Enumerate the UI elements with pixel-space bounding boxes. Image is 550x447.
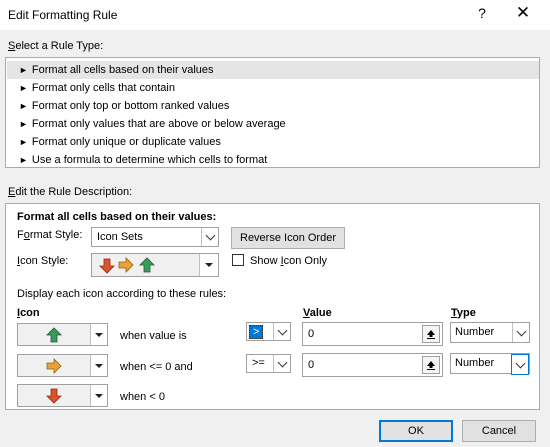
icon-select[interactable]: [17, 384, 108, 407]
icon-column-header: Icon: [17, 307, 40, 319]
operator-select[interactable]: >=: [246, 354, 291, 373]
operator-select[interactable]: >: [246, 322, 291, 341]
value-input[interactable]: 0: [302, 353, 443, 377]
dialog-title: Edit Formatting Rule: [8, 8, 118, 22]
rule-type-item[interactable]: ► Format all cells based on their values: [7, 61, 539, 79]
rule-condition-text: when <= 0 and: [120, 361, 193, 373]
type-column-header: Type: [451, 307, 476, 319]
green-up-arrow-icon: [46, 327, 62, 343]
rule-type-label: Select a Rule Type:: [8, 40, 104, 52]
format-style-select[interactable]: Icon Sets: [91, 227, 219, 247]
range-select-icon[interactable]: [422, 325, 440, 343]
cancel-button[interactable]: Cancel: [462, 420, 536, 442]
icon-select[interactable]: [17, 323, 108, 346]
yellow-right-arrow-icon: [46, 358, 62, 374]
arrow-icon: ►: [19, 65, 28, 75]
rule-description-label: Edit the Rule Description:: [8, 186, 133, 198]
arrow-icon: ►: [19, 155, 28, 165]
arrow-icon: ►: [19, 119, 28, 129]
show-icon-only-label: Show Icon Only: [250, 255, 328, 267]
rule-type-list[interactable]: ► Format all cells based on their values …: [5, 57, 540, 168]
icon-select[interactable]: [17, 354, 108, 377]
chevron-down-icon[interactable]: [273, 323, 290, 340]
three-arrows-icon-set: [99, 257, 155, 274]
rule-condition-text: when < 0: [120, 391, 165, 403]
chevron-down-icon[interactable]: [90, 324, 107, 345]
help-button[interactable]: ?: [474, 5, 490, 21]
chevron-down-icon[interactable]: [90, 385, 107, 406]
chevron-down-icon[interactable]: [273, 355, 290, 372]
icon-style-select[interactable]: [91, 253, 219, 277]
close-button[interactable]: ✕: [514, 3, 532, 23]
rule-type-item[interactable]: ► Use a formula to determine which cells …: [7, 151, 539, 169]
chevron-down-icon[interactable]: [511, 354, 529, 375]
value-column-header: Value: [303, 307, 332, 319]
rule-type-item[interactable]: ► Format only unique or duplicate values: [7, 133, 539, 151]
chevron-down-icon[interactable]: [199, 254, 218, 276]
show-icon-only-checkbox[interactable]: [232, 254, 244, 266]
rules-label: Display each icon according to these rul…: [17, 288, 227, 300]
chevron-down-icon[interactable]: [90, 355, 107, 376]
arrow-icon: ►: [19, 101, 28, 111]
range-select-icon[interactable]: [422, 356, 440, 374]
format-style-label: Format Style:: [17, 229, 83, 241]
chevron-down-icon[interactable]: [201, 228, 218, 246]
reverse-icon-order-button[interactable]: Reverse Icon Order: [231, 227, 345, 249]
description-heading: Format all cells based on their values:: [17, 211, 217, 223]
type-select[interactable]: Number: [450, 322, 530, 343]
rule-type-item[interactable]: ► Format only values that are above or be…: [7, 115, 539, 133]
ok-button[interactable]: OK: [379, 420, 453, 442]
rule-type-item[interactable]: ► Format only top or bottom ranked values: [7, 97, 539, 115]
arrow-icon: ►: [19, 83, 28, 93]
chevron-down-icon[interactable]: [512, 323, 529, 342]
arrow-icon: ►: [19, 137, 28, 147]
icon-style-label: Icon Style:: [17, 255, 69, 267]
red-down-arrow-icon: [46, 388, 62, 404]
value-input[interactable]: 0: [302, 322, 443, 346]
type-select[interactable]: Number: [450, 353, 530, 375]
rule-condition-text: when value is: [120, 330, 187, 342]
rule-type-item[interactable]: ► Format only cells that contain: [7, 79, 539, 97]
